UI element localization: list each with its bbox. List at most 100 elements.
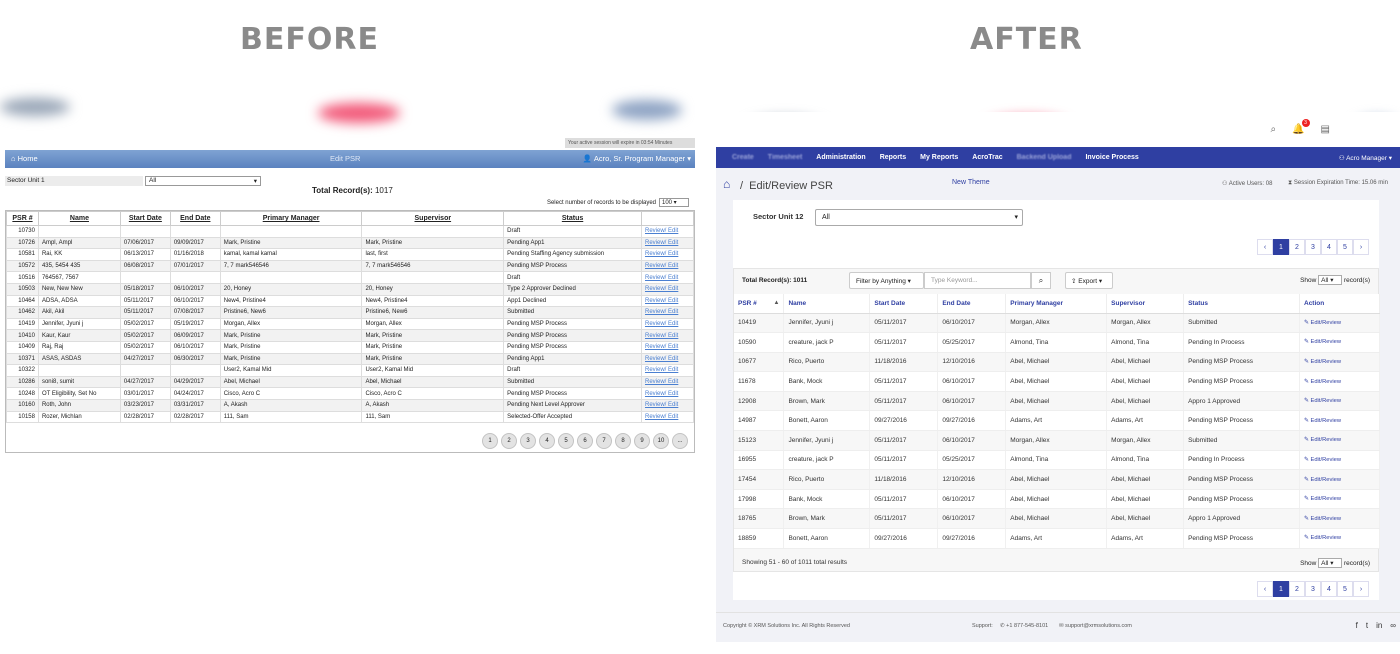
user-menu[interactable]: 👤 Acro, Sr. Program Manager ▾ [583,154,691,163]
edit-review-link[interactable]: ✎ Edit/Review [1299,489,1380,510]
page-button[interactable]: 5 [558,433,574,449]
page-button[interactable]: 5 [1337,239,1353,255]
column-header[interactable]: Supervisor [1106,294,1185,314]
page-button[interactable]: 9 [634,433,650,449]
column-header[interactable]: Status [503,211,642,226]
column-header[interactable]: Name [783,294,871,314]
page-button[interactable]: 1 [482,433,498,449]
column-header[interactable] [640,211,695,226]
page-button[interactable]: 10 [653,433,669,449]
edit-review-link[interactable]: ✎ Edit/Review [1299,410,1380,432]
edit-review-link[interactable]: ✎ Edit/Review [1299,332,1380,353]
column-header[interactable]: End Date [937,294,1007,314]
bell-icon[interactable]: 🔔 3 [1292,119,1310,135]
column-header[interactable]: Primary Manager [1005,294,1108,314]
edit-review-link[interactable]: ✎ Edit/Review [1299,352,1380,373]
next-page-button[interactable]: › [1353,239,1369,255]
page-button[interactable]: 4 [1321,581,1337,597]
user-menu[interactable]: ⚇ Acro Manager ▾ [1339,154,1392,162]
nav-item[interactable]: Administration [816,154,865,161]
edit-review-link[interactable]: ✎ Edit/Review [1299,391,1380,412]
review-edit-link[interactable]: Review/ Edit [640,398,695,412]
review-edit-link[interactable]: Review/ Edit [640,375,695,389]
twitter-icon[interactable]: t [1366,621,1368,630]
edit-review-link[interactable]: ✎ Edit/Review [1299,371,1380,392]
review-edit-link[interactable]: Review/ Edit [640,352,695,366]
column-header[interactable]: Start Date [869,294,939,314]
column-header[interactable]: End Date [169,211,221,226]
column-header[interactable]: Status [1183,294,1300,314]
column-header[interactable]: Name [37,211,121,226]
search-icon[interactable]: ⌕ [1270,124,1276,135]
page-button[interactable]: 2 [1289,239,1305,255]
page-button[interactable]: 1 [1273,239,1289,255]
sector-select[interactable]: All ▾ [145,176,261,186]
prev-page-button[interactable]: ‹ [1257,239,1273,255]
support-email[interactable]: ✉ support@xrmsolutions.com [1059,623,1132,629]
facebook-icon[interactable]: f [1356,621,1358,630]
column-header[interactable]: Supervisor [361,211,505,226]
page-button[interactable]: 8 [615,433,631,449]
review-edit-link[interactable]: Review/ Edit [640,317,695,331]
page-button[interactable]: 2 [501,433,517,449]
link-icon[interactable]: ∞ [1390,621,1396,630]
book-icon[interactable]: ▤ [1321,124,1330,135]
column-header[interactable]: Start Date [119,211,171,226]
review-edit-link[interactable]: Review/ Edit [640,340,695,354]
new-theme-link[interactable]: New Theme [952,179,990,186]
review-edit-link[interactable]: Review/ Edit [640,282,695,296]
review-edit-link[interactable]: Review/ Edit [640,306,695,319]
page-button[interactable]: 3 [1305,239,1321,255]
nav-item[interactable]: Backend Upload [1017,154,1072,161]
linkedin-icon[interactable]: in [1376,621,1382,630]
nav-item[interactable]: My Reports [920,154,958,161]
page-button[interactable]: 7 [596,433,612,449]
export-button[interactable]: ⇪ Export ▾ [1065,272,1113,289]
page-button[interactable]: 2 [1289,581,1305,597]
page-button[interactable]: 3 [1305,581,1321,597]
edit-review-link[interactable]: ✎ Edit/Review [1299,430,1380,451]
edit-review-link[interactable]: ✎ Edit/Review [1299,508,1380,530]
page-button[interactable]: 1 [1273,581,1289,597]
review-edit-link[interactable]: Review/ Edit [640,364,695,377]
column-header[interactable]: Action [1299,294,1380,314]
keyword-input[interactable]: Type Keyword... [924,272,1031,289]
nav-item[interactable]: Invoice Process [1085,154,1138,161]
home-icon[interactable]: ⌂ [723,177,730,191]
page-button[interactable]: ... [672,433,688,449]
page-button[interactable]: 5 [1337,581,1353,597]
perpage-select[interactable]: 100 ▾ [659,198,689,207]
page-button[interactable]: 4 [1321,239,1337,255]
show-select[interactable]: All ▾ [1318,558,1343,568]
review-edit-link[interactable]: Review/ Edit [640,225,695,238]
page-button[interactable]: 6 [577,433,593,449]
review-edit-link[interactable]: Review/ Edit [640,248,695,261]
review-edit-link[interactable]: Review/ Edit [640,236,695,250]
edit-review-link[interactable]: ✎ Edit/Review [1299,528,1380,549]
nav-item[interactable]: AcroTrac [972,154,1002,161]
prev-page-button[interactable]: ‹ [1257,581,1273,597]
column-header[interactable]: PSR # ▲ [734,294,785,314]
review-edit-link[interactable]: Review/ Edit [640,387,695,400]
sector-select[interactable]: All ▾ [815,209,1023,226]
review-edit-link[interactable]: Review/ Edit [640,410,695,424]
search-button[interactable]: ⌕ [1031,272,1051,289]
page-button[interactable]: 4 [539,433,555,449]
edit-review-link[interactable]: ✎ Edit/Review [1299,450,1380,471]
review-edit-link[interactable]: Review/ Edit [640,294,695,308]
filter-button[interactable]: Filter by Anything ▾ [849,272,924,289]
column-header[interactable]: Primary Manager [219,211,363,226]
edit-review-link[interactable]: ✎ Edit/Review [1299,313,1380,334]
show-select[interactable]: All ▾ [1318,275,1343,285]
home-link[interactable]: ⌂ Home [11,154,38,163]
review-edit-link[interactable]: Review/ Edit [640,271,695,284]
review-edit-link[interactable]: Review/ Edit [640,329,695,342]
edit-review-link[interactable]: ✎ Edit/Review [1299,469,1380,490]
nav-item[interactable]: Reports [880,154,906,161]
column-header[interactable]: PSR # [6,211,39,226]
nav-item[interactable]: Timesheet [768,154,803,161]
nav-item[interactable]: Create [732,154,754,161]
review-edit-link[interactable]: Review/ Edit [640,259,695,273]
page-button[interactable]: 3 [520,433,536,449]
next-page-button[interactable]: › [1353,581,1369,597]
